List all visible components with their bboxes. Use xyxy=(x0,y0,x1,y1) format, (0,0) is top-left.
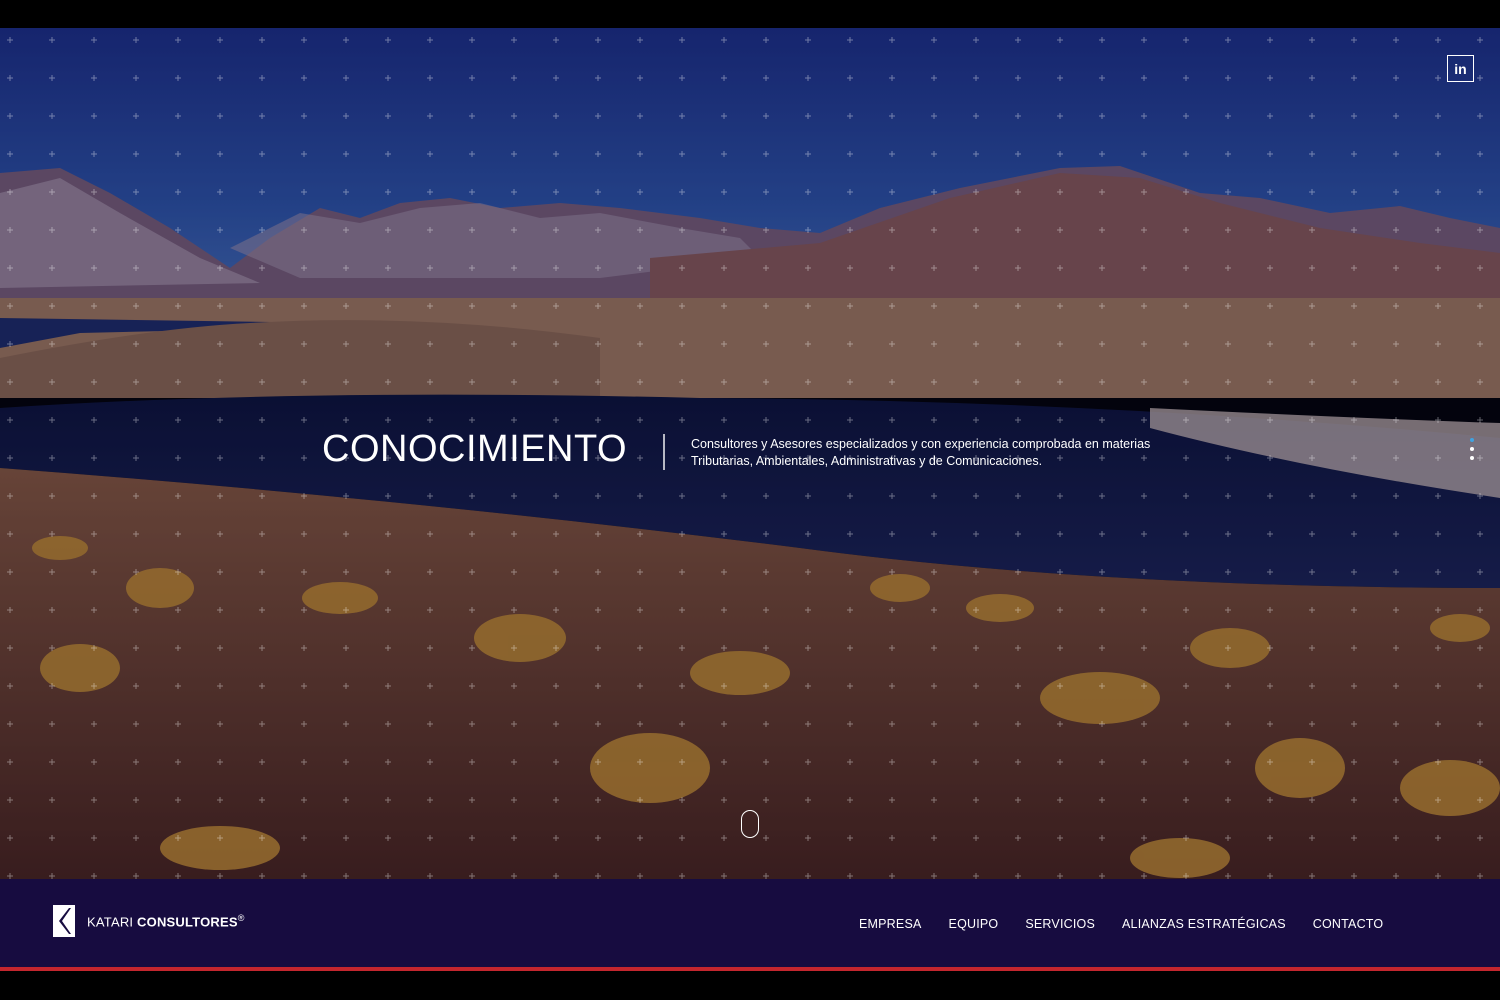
nav-item-servicios[interactable]: SERVICIOS xyxy=(1025,917,1095,931)
main-nav: EMPRESA EQUIPO SERVICIOS ALIANZAS ESTRAT… xyxy=(859,917,1383,931)
nav-item-empresa[interactable]: EMPRESA xyxy=(859,917,922,931)
slide-pagination xyxy=(1468,438,1476,465)
headline-divider xyxy=(663,434,665,470)
nav-item-contacto[interactable]: CONTACTO xyxy=(1313,917,1384,931)
nav-item-alianzas-estrategicas[interactable]: ALIANZAS ESTRATÉGICAS xyxy=(1122,917,1286,931)
brand-name-bold: CONSULTORES xyxy=(137,914,238,930)
hero-banner: in CONOCIMIENTO Consultores y Asesores e… xyxy=(0,28,1500,879)
brand-name-light: KATARI xyxy=(87,914,134,930)
letterbox-top xyxy=(0,0,1500,28)
linkedin-icon[interactable]: in xyxy=(1447,55,1474,82)
slide-dot-1[interactable] xyxy=(1470,438,1474,442)
tagline-line-2: Tributarias, Ambientales, Administrativa… xyxy=(691,454,1043,468)
tagline-line-1: Consultores y Asesores especializados y … xyxy=(691,437,1151,451)
nav-item-equipo[interactable]: EQUIPO xyxy=(949,917,999,931)
bottom-navbar: KATARI CONSULTORES® EMPRESA EQUIPO SERVI… xyxy=(0,879,1500,967)
brand-logo-link[interactable]: KATARI CONSULTORES® xyxy=(53,905,245,937)
slide-dot-2[interactable] xyxy=(1470,447,1474,451)
katari-logo-icon xyxy=(53,905,75,937)
scroll-down-mouse-icon[interactable] xyxy=(741,810,759,838)
hero-tagline: Consultores y Asesores especializados y … xyxy=(691,436,1191,470)
registered-mark: ® xyxy=(237,912,245,923)
slide-dot-3[interactable] xyxy=(1470,456,1474,460)
letterbox-bottom xyxy=(0,971,1500,1000)
brand-name: KATARI CONSULTORES® xyxy=(87,913,245,929)
hero-headline: CONOCIMIENTO xyxy=(322,428,628,470)
